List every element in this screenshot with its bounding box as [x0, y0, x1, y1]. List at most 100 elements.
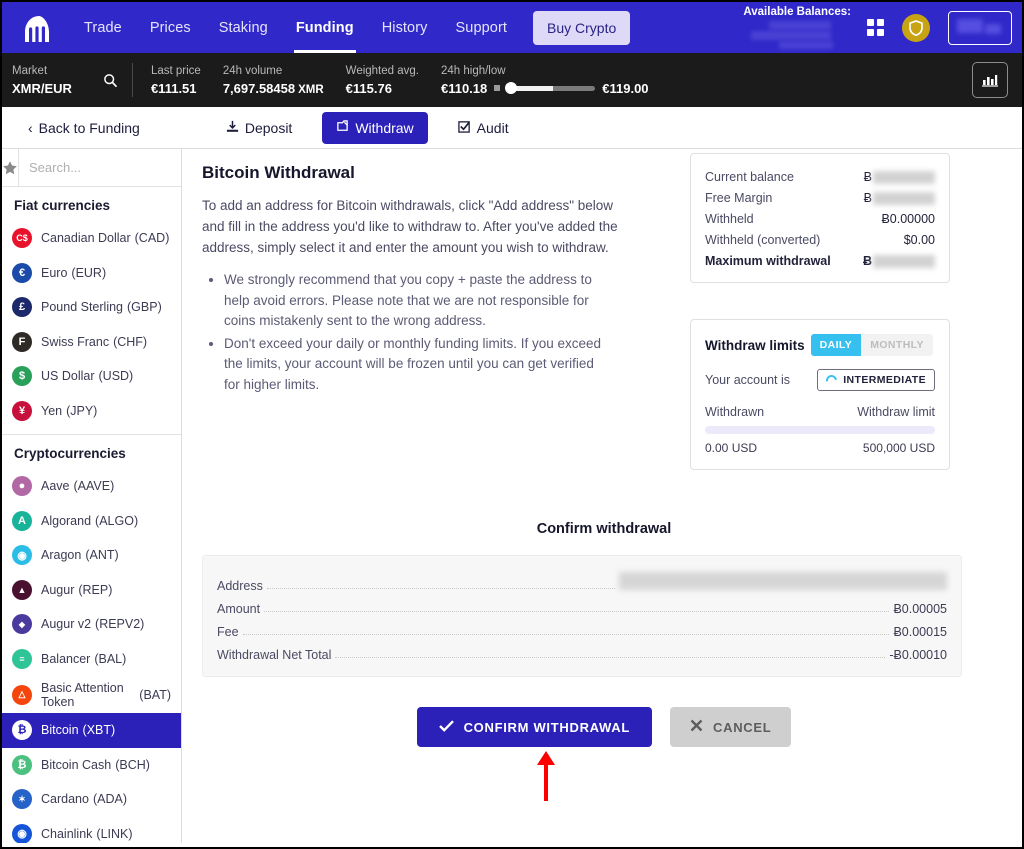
currency-item-rep[interactable]: ▲ Augur (REP)	[2, 573, 181, 608]
currency-name: Bitcoin Cash	[41, 757, 112, 772]
confirm-actions: CONFIRM WITHDRAWAL CANCEL	[202, 707, 1006, 801]
currency-name: Yen	[41, 403, 63, 418]
balance-value: Ƀ	[864, 170, 935, 184]
currency-name: Swiss Franc	[41, 334, 110, 349]
currency-symbol: Ƀ	[863, 191, 872, 205]
search-input[interactable]	[27, 159, 181, 176]
currency-code: (REP)	[78, 582, 113, 597]
market-selector[interactable]: Market XMR/EUR	[12, 53, 94, 107]
top-navigation-bar: Trade Prices Staking Funding History Sup…	[2, 2, 1022, 53]
market-label: Market	[12, 64, 48, 77]
currency-sidebar: Fiat currencies C$ Canadian Dollar(CAD) …	[2, 149, 182, 843]
currency-code: (JPY)	[66, 403, 98, 418]
toggle-monthly[interactable]: MONTHLY	[861, 334, 933, 356]
currency-name: Euro	[41, 265, 68, 280]
detail-label: Amount	[217, 602, 261, 616]
currency-code: (XBT)	[82, 723, 116, 738]
currency-code: (USD)	[98, 369, 134, 384]
detail-label: Fee	[217, 625, 239, 639]
nav-item-history[interactable]: History	[368, 2, 442, 53]
market-stats-bar: Market XMR/EUR Last price €111.51 24h vo…	[2, 53, 1022, 107]
account-tier-row: Your account is INTERMEDIATE	[705, 369, 935, 391]
dotted-leader	[264, 611, 890, 612]
back-to-funding-link[interactable]: ‹ Back to Funding	[18, 113, 150, 143]
currency-item-cad[interactable]: C$ Canadian Dollar (CAD)	[2, 221, 181, 256]
check-icon	[438, 719, 454, 735]
balance-label: Maximum withdrawal	[705, 254, 831, 268]
currency-item-jpy[interactable]: ¥ Yen (JPY)	[2, 394, 181, 429]
nav-item-support[interactable]: Support	[442, 2, 522, 53]
nav-item-funding[interactable]: Funding	[282, 2, 368, 53]
currency-item-aave[interactable]: ● Aave (AAVE)	[2, 469, 181, 504]
currency-name: Augur	[41, 582, 75, 597]
kraken-logo-icon[interactable]	[22, 13, 56, 43]
stat-value: €111.51	[150, 80, 197, 96]
limits-title: Withdraw limits	[705, 337, 805, 353]
bat-coin-icon: △	[12, 684, 32, 705]
buy-crypto-button[interactable]: Buy Crypto	[533, 10, 631, 45]
currency-item-chf[interactable]: F Swiss Franc (CHF)	[2, 325, 181, 360]
currency-item-repv2[interactable]: ◆ Augur v2 (REPV2)	[2, 607, 181, 642]
bal-coin-icon: ≡	[12, 648, 32, 669]
main-nav-links: Trade Prices Staking Funding History Sup…	[70, 2, 521, 53]
stat-label: 24h volume	[222, 64, 283, 77]
account-tier-badge[interactable]: INTERMEDIATE	[817, 369, 935, 391]
fiat-currency-list: C$ Canadian Dollar (CAD) € Euro (EUR) £ Po…	[2, 221, 181, 428]
nav-item-staking[interactable]: Staking	[205, 2, 282, 53]
currency-item-algo[interactable]: A Algorand (ALGO)	[2, 504, 181, 539]
currency-item-ant[interactable]: ◉ Aragon (ANT)	[2, 538, 181, 573]
available-balances-values-redacted	[751, 21, 851, 49]
currency-item-bat[interactable]: △ Basic Attention Token (BAT)	[2, 676, 181, 713]
balance-row-withheld: Withheld Ƀ0.00000	[705, 212, 935, 226]
currency-item-link[interactable]: ◉ Chainlink (LINK)	[2, 817, 181, 843]
toggle-daily[interactable]: DAILY	[810, 334, 862, 356]
audit-label: Audit	[476, 119, 509, 136]
balance-summary-panel: Current balance Ƀ Free Margin Ƀ Withheld…	[690, 153, 950, 283]
star-icon[interactable]	[2, 149, 19, 186]
cancel-button[interactable]: CANCEL	[670, 707, 792, 747]
jpy-coin-icon: ¥	[12, 400, 32, 421]
usd-coin-icon: $	[12, 366, 32, 387]
bar-chart-icon[interactable]	[972, 62, 1008, 98]
nav-item-prices[interactable]: Prices	[136, 2, 205, 53]
stat-label: 24h high/low	[440, 64, 506, 77]
shield-icon[interactable]	[902, 13, 930, 42]
limit-labels-row: Withdrawn Withdraw limit	[705, 405, 935, 419]
page-content: Fiat currencies C$ Canadian Dollar(CAD) …	[2, 149, 1022, 843]
currency-item-ada[interactable]: ✶ Cardano (ADA)	[2, 782, 181, 817]
currency-item-gbp[interactable]: £ Pound Sterling (GBP)	[2, 290, 181, 325]
dotted-leader	[242, 634, 890, 635]
sidebar-search-box[interactable]	[19, 149, 181, 186]
stat-value: €115.76	[345, 80, 392, 96]
tab-audit[interactable]: Audit	[448, 113, 519, 143]
currency-item-usd[interactable]: $ US Dollar (USD)	[2, 359, 181, 394]
tab-deposit[interactable]: Deposit	[216, 113, 302, 143]
repv2-coin-icon: ◆	[12, 614, 32, 635]
currency-name: Aragon	[41, 548, 82, 563]
available-balances[interactable]: Available Balances:	[739, 2, 851, 53]
currency-code: (REPV2)	[95, 617, 145, 632]
currency-code: (AAVE)	[73, 479, 115, 494]
currency-name: Pound Sterling	[41, 300, 124, 315]
withdrawn-label: Withdrawn	[705, 405, 765, 419]
currency-code: (GBP)	[127, 300, 162, 315]
currency-item-eur[interactable]: € Euro (EUR)	[2, 256, 181, 291]
market-search-icon[interactable]	[94, 53, 128, 107]
red-arrow-up-annotation	[535, 751, 557, 806]
cad-coin-icon: C$	[12, 228, 32, 249]
currency-code: (ALGO)	[95, 513, 139, 528]
currency-name: Algorand	[41, 513, 92, 528]
confirm-withdrawal-button[interactable]: CONFIRM WITHDRAWAL	[416, 707, 653, 747]
deposit-label: Deposit	[244, 119, 293, 136]
limit-currency: USD	[909, 441, 935, 455]
tab-withdraw[interactable]: Withdraw	[322, 111, 428, 144]
currency-item-bal[interactable]: ≡ Balancer (BAL)	[2, 642, 181, 677]
crypto-section-title: Cryptocurrencies	[14, 446, 126, 461]
currency-item-bch[interactable]: ₿ Bitcoin Cash (BCH)	[2, 748, 181, 783]
currency-name: Chainlink	[41, 826, 93, 841]
grid-apps-icon[interactable]	[867, 19, 884, 36]
nav-item-trade[interactable]: Trade	[70, 2, 136, 53]
account-box-icon[interactable]	[948, 10, 1012, 45]
currency-name: Cardano	[41, 792, 89, 807]
currency-item-xbt[interactable]: ₿ Bitcoin (XBT)	[2, 713, 181, 748]
